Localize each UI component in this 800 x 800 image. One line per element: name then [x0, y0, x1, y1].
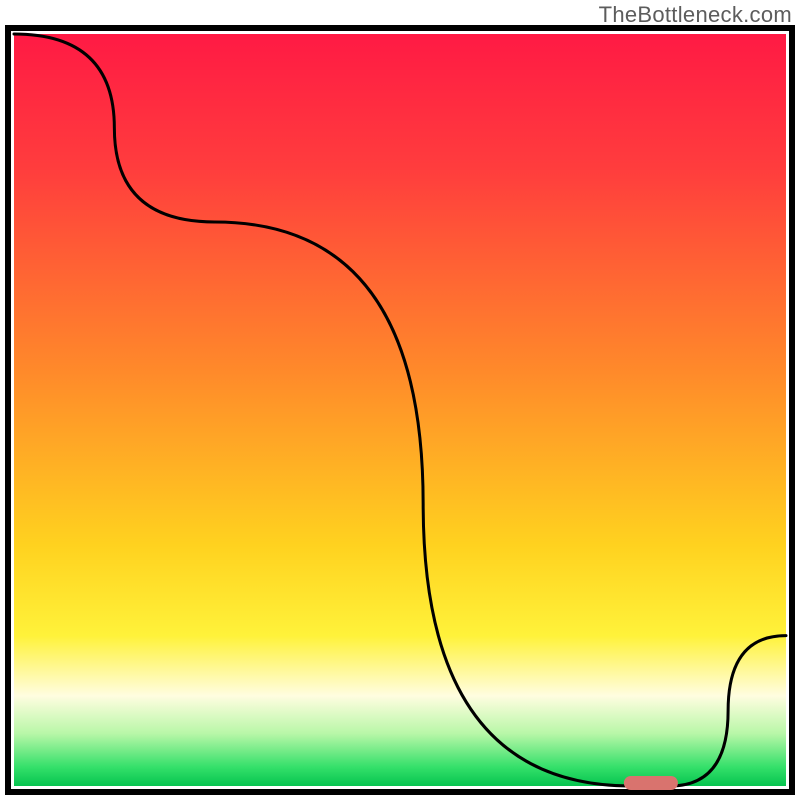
bottleneck-marker: [624, 776, 678, 790]
plot-background-gradient: [14, 34, 786, 786]
chart-stage: TheBottleneck.com: [0, 0, 800, 800]
chart-svg: [0, 0, 800, 800]
